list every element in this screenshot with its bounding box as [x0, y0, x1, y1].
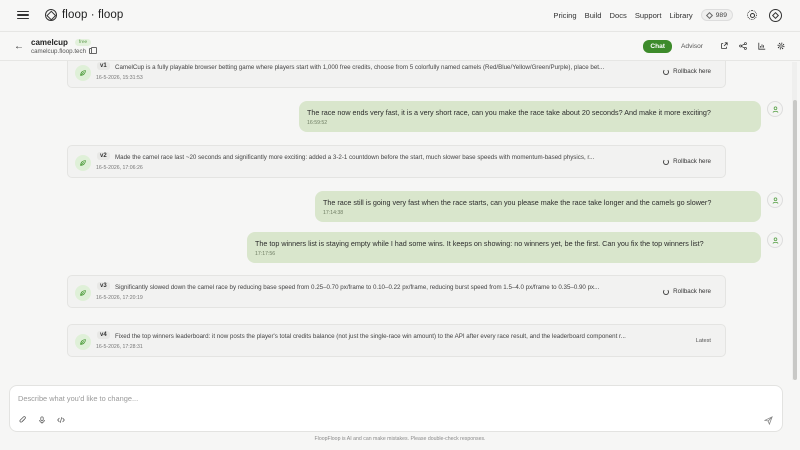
message-composer: [9, 385, 783, 432]
user-message: The race now ends very fast, it is a ver…: [299, 101, 761, 132]
message-text: The race still is going very fast when t…: [323, 198, 712, 207]
attach-paperclip-icon[interactable]: [18, 415, 28, 425]
logo[interactable]: floop · floop: [45, 9, 123, 21]
version-summary: Significantly slowed down the camel race…: [115, 283, 600, 291]
scrollbar-thumb[interactable]: [793, 100, 797, 380]
user-message: The race still is going very fast when t…: [315, 191, 761, 222]
rollback-icon: [663, 288, 670, 295]
back-arrow-icon[interactable]: ←: [14, 41, 26, 52]
version-timestamp: 16-5-2026, 17:20:19: [96, 295, 143, 301]
leaf-icon: [75, 285, 91, 301]
diamond-icon: [705, 11, 713, 19]
menu-icon[interactable]: [17, 10, 29, 20]
version-timestamp: 16-5-2026, 17:28:31: [96, 344, 143, 350]
user-icon: [772, 106, 778, 113]
rollback-button[interactable]: Rollback here: [663, 288, 711, 295]
rollback-label: Rollback here: [673, 68, 711, 75]
rollback-label: Rollback here: [673, 288, 711, 295]
message-time: 17:14:38: [323, 210, 344, 216]
copy-icon[interactable]: [89, 47, 98, 54]
message-time: 17:17:56: [255, 251, 276, 257]
leaf-icon: [75, 155, 91, 171]
top-bar: floop · floop Pricing Build Docs Support…: [0, 0, 800, 30]
leaf-icon: [75, 65, 91, 81]
chat-history[interactable]: v1 CamelCup is a fully playable browser …: [0, 61, 790, 381]
settings-gear-icon[interactable]: [776, 41, 786, 51]
project-bar: ← camelcup free camelcup.floop.tech Chat…: [0, 31, 800, 61]
project-url[interactable]: camelcup.floop.tech: [31, 48, 86, 55]
nav-docs[interactable]: Docs: [610, 11, 627, 20]
nav-pricing[interactable]: Pricing: [553, 11, 576, 20]
share-icon[interactable]: [738, 41, 748, 51]
logo-icon: [45, 9, 57, 21]
rollback-button[interactable]: Rollback here: [663, 158, 711, 165]
version-card-v2: v2 Made the camel race last ~20 seconds …: [67, 145, 726, 178]
code-icon[interactable]: [56, 415, 66, 425]
user-icon: [772, 197, 778, 204]
open-external-icon[interactable]: [719, 41, 729, 51]
disclaimer-footnote: FloopFloop is AI and can make mistakes. …: [314, 436, 486, 442]
project-info: camelcup free camelcup.floop.tech: [31, 37, 98, 55]
avatar-icon: [771, 11, 780, 19]
version-card-v4: v4 Fixed the top winners leaderboard: it…: [67, 324, 726, 357]
version-summary: Fixed the top winners leaderboard: it no…: [115, 332, 626, 340]
message-text: The race now ends very fast, it is a ver…: [307, 108, 711, 117]
version-label: v4: [97, 331, 110, 339]
version-card-v3: v3 Significantly slowed down the camel r…: [67, 275, 726, 308]
version-label: v3: [97, 282, 110, 290]
user-avatar: [767, 192, 783, 208]
send-icon: [763, 415, 773, 425]
message-time: 16:59:52: [307, 120, 328, 126]
rollback-icon: [663, 68, 670, 75]
rollback-icon: [663, 158, 670, 165]
credits-count: 989: [715, 11, 727, 19]
nav-build[interactable]: Build: [585, 11, 602, 20]
nav-library[interactable]: Library: [669, 11, 692, 20]
account-avatar[interactable]: [769, 8, 782, 22]
tab-chat[interactable]: Chat: [643, 39, 672, 53]
sun-icon: [747, 10, 757, 20]
latest-badge: Latest: [695, 338, 711, 344]
analytics-icon[interactable]: [757, 41, 767, 51]
top-nav: Pricing Build Docs Support Library 989: [545, 8, 784, 22]
credits-badge[interactable]: 989: [700, 9, 733, 21]
user-avatar: [767, 101, 783, 117]
send-button[interactable]: [762, 414, 774, 426]
version-summary: Made the camel race last ~20 seconds and…: [115, 153, 595, 161]
project-badge: free: [74, 38, 92, 46]
version-summary: CamelCup is a fully playable browser bet…: [115, 63, 605, 71]
user-avatar: [767, 232, 783, 248]
user-message: The top winners list is staying empty wh…: [247, 232, 761, 263]
message-input[interactable]: [18, 392, 758, 404]
composer-tools: [18, 415, 75, 425]
project-actions: Chat Advisor: [643, 39, 786, 53]
user-icon: [772, 237, 778, 244]
tab-advisor[interactable]: Advisor: [674, 40, 710, 53]
project-name: camelcup: [31, 37, 68, 47]
rollback-button[interactable]: Rollback here: [663, 68, 711, 75]
microphone-icon[interactable]: [37, 415, 47, 425]
logo-text: floop · floop: [62, 9, 124, 21]
version-card-v1: v1 CamelCup is a fully playable browser …: [67, 61, 726, 88]
version-timestamp: 16-5-2026, 17:06:26: [96, 165, 143, 171]
version-label: v1: [97, 62, 110, 70]
nav-support[interactable]: Support: [635, 11, 662, 20]
rollback-label: Rollback here: [673, 158, 711, 165]
version-timestamp: 16-5-2026, 15:31:53: [96, 75, 143, 81]
message-text: The top winners list is staying empty wh…: [255, 239, 704, 248]
leaf-icon: [75, 334, 91, 350]
theme-toggle-button[interactable]: [747, 10, 757, 20]
version-label: v2: [97, 152, 110, 160]
